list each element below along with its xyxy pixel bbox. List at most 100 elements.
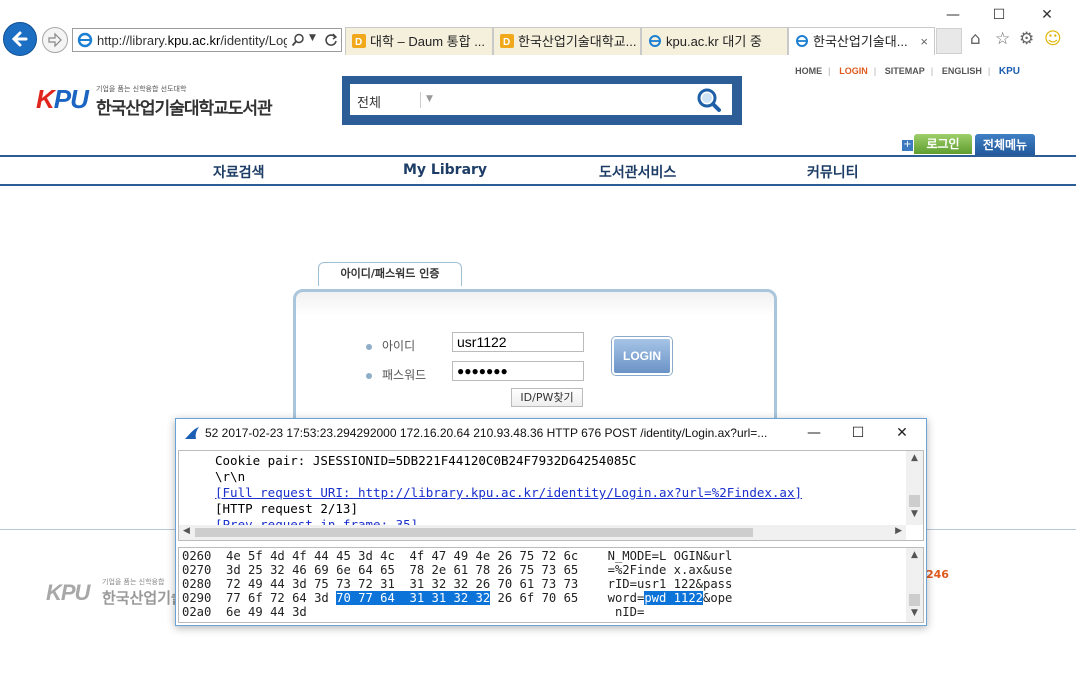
nav-english-link[interactable]: ENGLISH <box>942 66 982 76</box>
packet-detail-pane[interactable]: Cookie pair: JSESSIONID=5DB221F44120C0B2… <box>178 450 924 541</box>
scroll-thumb[interactable] <box>909 495 920 507</box>
url-text: http://library.kpu.ac.kr/identity/Log <box>97 33 287 48</box>
scroll-thumb[interactable] <box>195 528 753 537</box>
hex-row: 02a0 6e 49 44 3d nID= <box>182 605 645 619</box>
detail-line-http-request-num: [HTTP request 2/13] <box>215 501 358 516</box>
gnb-item-search[interactable]: 자료검색 <box>213 162 265 182</box>
scroll-thumb[interactable] <box>909 594 920 606</box>
browser-tab[interactable]: D 대학 – Daum 통합 ... <box>345 27 493 55</box>
nav-home-link[interactable]: HOME <box>795 66 822 76</box>
search-icon[interactable] <box>291 33 305 47</box>
gnb-item-services[interactable]: 도서관서비스 <box>599 162 676 182</box>
scroll-up-icon[interactable]: ▲ <box>906 550 923 560</box>
chevron-down-icon[interactable]: ▼ <box>426 94 433 104</box>
hex-vertical-scrollbar[interactable]: ▲ ▼ <box>906 548 923 622</box>
daum-favicon-icon: D <box>352 34 366 48</box>
header-login-button[interactable]: 로그인 <box>914 134 972 154</box>
main-navigation: 자료검색 My Library 도서관서비스 커뮤니티 <box>0 155 1076 186</box>
settings-gear-icon[interactable]: ⚙ <box>1019 29 1034 49</box>
packet-window-maximize-button[interactable]: ☐ <box>838 423 878 443</box>
hex-row: 0260 4e 5f 4d 4f 44 45 3d 4c 4f 47 49 4e… <box>182 549 733 563</box>
nav-login-link[interactable]: LOGIN <box>839 66 868 76</box>
tab-label: 한국산업기술대... <box>813 34 908 49</box>
detail-horizontal-scrollbar[interactable]: ◀ ▶ <box>179 525 906 540</box>
scroll-down-icon[interactable]: ▼ <box>906 608 923 618</box>
new-tab-button[interactable] <box>936 28 962 54</box>
address-bar[interactable]: http://library.kpu.ac.kr/identity/Log ▼ <box>72 28 342 52</box>
search-button-icon[interactable] <box>696 87 722 113</box>
logo-library-name: 한국산업기술대학교도서관 <box>96 99 273 119</box>
smiley-feedback-icon[interactable]: ☺ <box>1044 29 1062 49</box>
wireshark-packet-window: 52 2017-02-23 17:53:23.294292000 172.16.… <box>175 418 927 626</box>
password-label: 패스워드 <box>366 366 426 383</box>
gnb-item-my-library[interactable]: My Library <box>403 162 487 178</box>
forward-button[interactable] <box>42 27 68 53</box>
expand-plus-icon[interactable]: + <box>902 140 913 151</box>
back-arrow-icon <box>11 31 28 47</box>
tab-label: 한국산업기술대학교... <box>518 34 637 49</box>
tab-label: 대학 – Daum 통합 ... <box>370 34 486 49</box>
hex-row: 0280 72 49 44 3d 75 73 72 31 31 32 32 26… <box>182 577 733 591</box>
ie-page-icon <box>649 35 661 47</box>
maximize-window-button[interactable]: ☐ <box>976 4 1022 26</box>
back-button[interactable] <box>3 22 37 56</box>
close-window-button[interactable]: ✕ <box>1024 4 1070 26</box>
logo-slogan: 기업을 품는 신학융합 선도대학 <box>96 85 187 93</box>
highlighted-password-ascii[interactable]: pwd 1122 <box>644 591 704 605</box>
bullet-icon <box>366 372 372 379</box>
forward-arrow-icon <box>48 32 62 48</box>
close-tab-icon[interactable]: × <box>920 28 928 55</box>
tab-id-password-auth[interactable]: 아이디/패스워드 인증 <box>318 262 462 286</box>
detail-line-crlf: \r\n <box>215 469 246 484</box>
home-icon[interactable]: ⌂ <box>970 29 981 49</box>
search-box: 전체 ▼ <box>342 76 742 125</box>
detail-line-full-request-uri[interactable]: [Full request URI: http://library.kpu.ac… <box>215 485 802 500</box>
packet-window-titlebar[interactable]: 52 2017-02-23 17:53:23.294292000 172.16.… <box>176 419 926 447</box>
nav-kpu-link[interactable]: KPU <box>999 66 1020 77</box>
tab-label: kpu.ac.kr 대기 중 <box>666 34 762 49</box>
hex-row: 0270 3d 25 32 46 69 6e 64 65 78 2e 61 78… <box>182 563 733 577</box>
gnb-item-community[interactable]: 커뮤니티 <box>807 162 859 182</box>
footer-slogan: 기업을 품는 신학융합 <box>102 578 165 586</box>
browser-tab[interactable]: kpu.ac.kr 대기 중 <box>641 27 788 55</box>
ie-page-icon <box>77 32 93 48</box>
find-id-password-button[interactable]: ID/PW찾기 <box>511 388 583 407</box>
detail-vertical-scrollbar[interactable]: ▲ ▼ <box>906 451 923 525</box>
browser-tab[interactable]: D 한국산업기술대학교... <box>493 27 641 55</box>
wireshark-fin-icon <box>185 427 199 439</box>
packet-window-minimize-button[interactable]: — <box>794 423 834 443</box>
packet-window-close-button[interactable]: ✕ <box>882 423 922 443</box>
footer-contact-number: 246 <box>926 568 949 581</box>
minimize-window-button[interactable]: — <box>930 4 976 26</box>
divider <box>420 92 421 108</box>
password-field[interactable]: ●●●●●●● <box>452 361 584 381</box>
footer-kpu-mark: KPU <box>46 580 90 605</box>
username-field[interactable]: usr1122 <box>452 332 584 352</box>
library-logo[interactable]: KPU 기업을 품는 신학융합 선도대학 한국산업기술대학교도서관 <box>36 84 273 119</box>
scroll-right-icon[interactable]: ▶ <box>895 526 902 536</box>
search-scope-select[interactable]: 전체 <box>357 92 381 111</box>
login-submit-button[interactable]: LOGIN <box>612 337 672 375</box>
search-input[interactable]: 전체 ▼ <box>350 84 732 115</box>
detail-line-cookie: Cookie pair: JSESSIONID=5DB221F44120C0B2… <box>215 453 637 468</box>
browser-chrome: — ☐ ✕ http://library.kpu.ac.kr/identity/… <box>0 0 1076 58</box>
all-menu-button[interactable]: 전체메뉴 <box>975 134 1035 156</box>
highlighted-password-bytes[interactable]: 70 77 64 31 31 32 32 <box>336 591 491 605</box>
scroll-up-icon[interactable]: ▲ <box>906 453 923 463</box>
favorites-star-icon[interactable]: ☆ <box>995 29 1010 49</box>
scroll-down-icon[interactable]: ▼ <box>906 509 923 519</box>
nav-sitemap-link[interactable]: SITEMAP <box>885 66 925 76</box>
dropdown-arrow-icon[interactable]: ▼ <box>309 33 316 43</box>
refresh-icon[interactable] <box>324 33 338 47</box>
browser-tab-active[interactable]: 한국산업기술대... × <box>788 27 935 55</box>
svg-text:D: D <box>503 37 510 48</box>
bullet-icon <box>366 343 372 350</box>
top-utility-nav: HOME | LOGIN | SITEMAP | ENGLISH | KPU <box>795 66 1020 77</box>
footer-logo: KPU 기업을 품는 신학융합 한국산업기술 <box>46 578 185 607</box>
footer-name: 한국산업기술 <box>102 589 185 607</box>
scroll-left-icon[interactable]: ◀ <box>183 526 190 536</box>
packet-bytes-pane[interactable]: 0260 4e 5f 4d 4f 44 45 3d 4c 4f 47 49 4e… <box>178 547 924 623</box>
login-panel: 아이디 usr1122 패스워드 ●●●●●●● LOGIN ID/PW찾기 <box>293 289 777 429</box>
hex-row-highlighted: 0290 77 6f 72 64 3d 70 77 64 31 31 32 32… <box>182 591 733 605</box>
kpu-logo-mark: KPU <box>36 84 89 114</box>
